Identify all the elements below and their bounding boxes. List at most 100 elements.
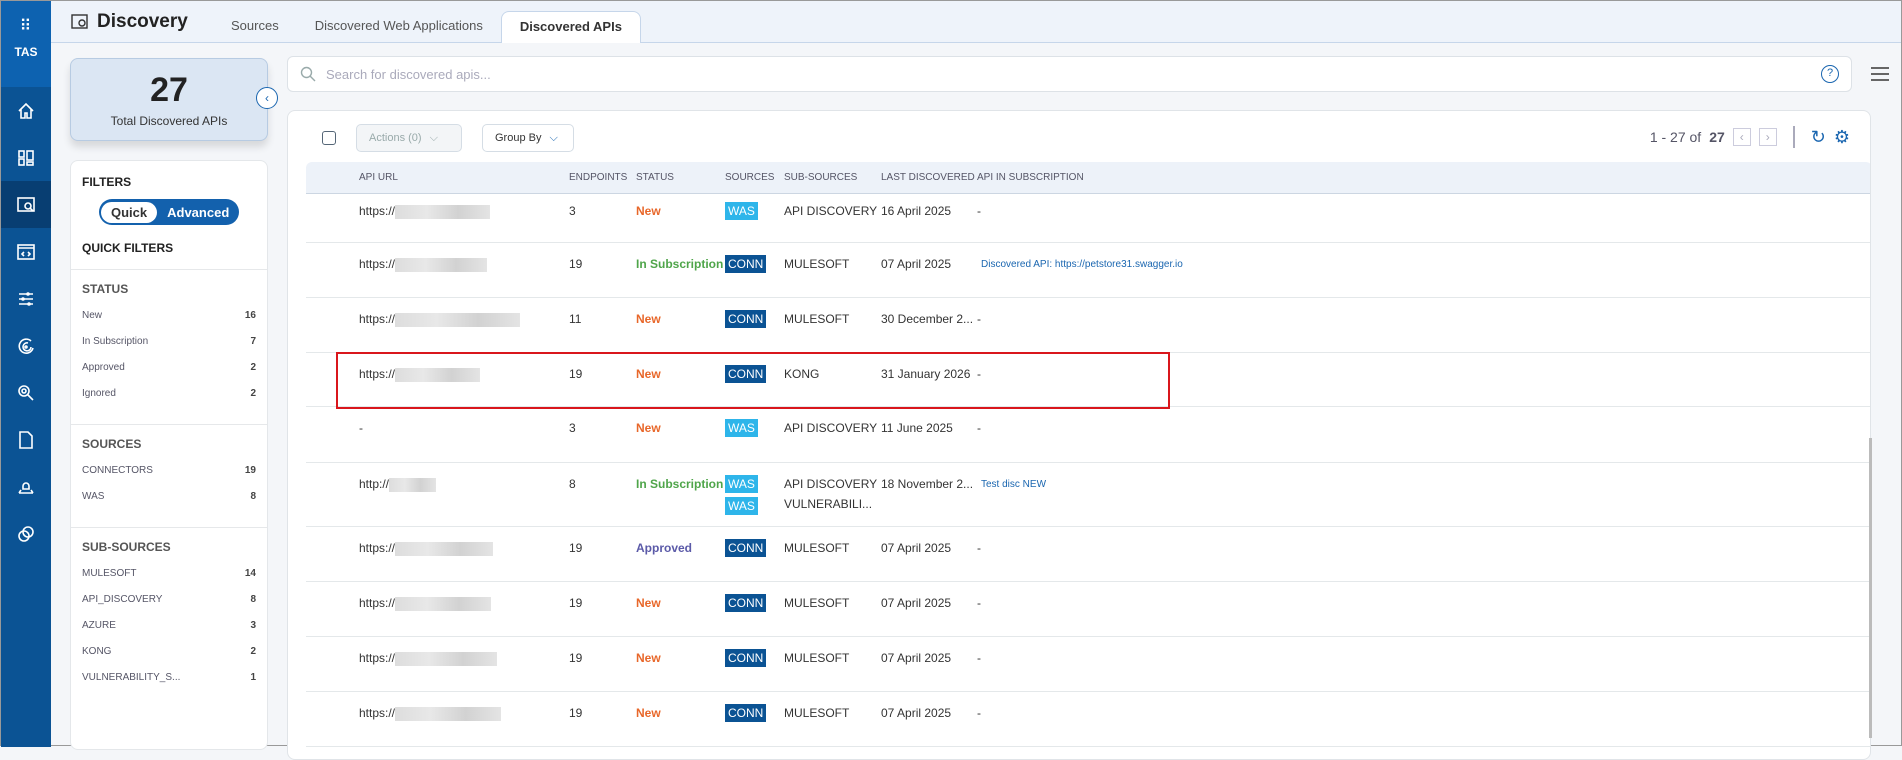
table-row[interactable]: https:// 3 New WAS API DISCOVERY 16 April 202… [306, 194, 1870, 243]
actions-dropdown[interactable]: Actions (0) ⌵ [356, 124, 462, 152]
api-in-subscription[interactable]: Test disc NEW [981, 479, 1046, 490]
filter-item[interactable]: VULNERABILITY_S... 1 [82, 672, 256, 698]
api-in-subscription[interactable]: Discovered API: https://petstore31.swagg… [981, 259, 1183, 270]
filter-section-title: SUB-SOURCES [82, 540, 171, 554]
table-row[interactable]: https:// 11 New CONN MULESOFT 30 December 2..… [306, 298, 1870, 353]
nav-link[interactable] [1, 510, 51, 557]
filter-item[interactable]: CONNECTORS 19 [82, 465, 256, 491]
endpoints-count: 19 [569, 706, 583, 720]
tab-discovered-apis[interactable]: Discovered APIs [500, 11, 641, 43]
endpoints-count: 19 [569, 596, 583, 610]
collapse-panel-button[interactable]: ‹ [256, 87, 278, 109]
app-launcher[interactable]: ⠿ TAS [1, 1, 51, 87]
search-input[interactable] [326, 66, 1811, 82]
api-url[interactable]: https:// [359, 706, 502, 721]
nav-radar[interactable] [1, 322, 51, 369]
api-url[interactable]: - [359, 421, 363, 435]
column-header[interactable]: SUB-SOURCES [784, 172, 857, 183]
api-url[interactable]: http:// [359, 477, 437, 492]
filter-item[interactable]: New 16 [82, 310, 256, 336]
help-icon[interactable]: ? [1821, 65, 1839, 83]
mode-advanced[interactable]: Advanced [157, 205, 239, 220]
search-icon [300, 66, 316, 82]
filter-label: KONG [82, 646, 112, 657]
last-discovered: 07 April 2025 [881, 651, 952, 665]
left-nav: ⠿ TAS [1, 1, 51, 747]
select-all-checkbox[interactable] [322, 131, 336, 145]
filter-count: 19 [244, 465, 256, 476]
url-text: https:// [359, 312, 396, 326]
nav-dashboard[interactable] [1, 134, 51, 181]
filter-count: 3 [250, 620, 256, 631]
sub-source: MULESOFT [784, 312, 850, 326]
prev-page-button[interactable]: ‹ [1732, 128, 1751, 146]
sub-source: API DISCOVERY [784, 421, 878, 435]
page-title: Discovery [71, 11, 188, 33]
status-label: In Subscription [636, 257, 724, 271]
filter-item[interactable]: AZURE 3 [82, 620, 256, 646]
tab-discovered-web-applications[interactable]: Discovered Web Applications [297, 11, 501, 43]
scrollbar[interactable] [1869, 438, 1872, 738]
filter-item[interactable]: In Subscription 7 [82, 336, 256, 362]
nav-web-app[interactable] [1, 228, 51, 275]
table-row[interactable]: https:// 19 In Subscription CONN MULESOFT 07 … [306, 243, 1870, 298]
table-row[interactable]: https:// 19 Approved CONN MULESOFT 07 April 2… [306, 527, 1870, 582]
filter-item[interactable]: API_DISCOVERY 8 [82, 594, 256, 620]
table-row[interactable]: http:// 8 In Subscription WAS WAS API DISCOVE… [306, 463, 1870, 527]
source-badge: WAS [725, 497, 758, 515]
filter-item[interactable]: MULESOFT 14 [82, 568, 256, 594]
gear-icon[interactable]: ⚙ [1834, 127, 1850, 148]
nav-document[interactable] [1, 416, 51, 463]
api-url[interactable]: https:// [359, 257, 488, 272]
column-header[interactable]: API URL [359, 172, 398, 183]
table-row[interactable]: https:// 19 New CONN MULESOFT 07 April 2025 - [306, 582, 1870, 637]
menu-icon[interactable] [1871, 67, 1889, 85]
table-row[interactable]: - 3 New WAS API DISCOVERY 11 June 2025 - [306, 407, 1870, 463]
column-header[interactable]: API IN SUBSCRIPTION [977, 172, 1084, 183]
filter-mode-toggle[interactable]: Quick Advanced [99, 199, 239, 225]
column-header[interactable]: STATUS [636, 172, 674, 183]
tab-sources[interactable]: Sources [213, 11, 297, 43]
nav-search-target[interactable] [1, 369, 51, 416]
nav-settings[interactable] [1, 275, 51, 322]
group-by-dropdown[interactable]: Group By ⌵ [482, 124, 574, 152]
redacted-url [395, 651, 498, 666]
api-url[interactable]: https:// [359, 651, 498, 666]
nav-deploy[interactable] [1, 463, 51, 510]
next-page-button[interactable]: › [1758, 128, 1777, 146]
filter-count: 1 [250, 672, 256, 683]
table-row[interactable]: https:// 19 New CONN MULESOFT 07 April 2025 - [306, 692, 1870, 747]
status-label: In Subscription [636, 477, 724, 491]
filter-item[interactable]: WAS 8 [82, 491, 256, 517]
source-badge: WAS [725, 475, 758, 493]
search-target-icon [18, 384, 34, 401]
column-header[interactable]: SOURCES [725, 172, 774, 183]
filter-item[interactable]: Ignored 2 [82, 388, 256, 414]
nav-home[interactable] [1, 87, 51, 134]
sub-source: MULESOFT [784, 596, 850, 610]
api-url[interactable]: https:// [359, 204, 491, 219]
api-url[interactable]: https:// [359, 596, 492, 611]
tab-bar: Sources Discovered Web Applications Disc… [213, 11, 641, 43]
source-badge: CONN [725, 649, 767, 667]
filter-item[interactable]: KONG 2 [82, 646, 256, 672]
filters-panel: FILTERS Quick Advanced QUICK FILTERS STA… [70, 160, 268, 750]
column-header[interactable]: ENDPOINTS [569, 172, 627, 183]
status-label: New [636, 312, 661, 326]
api-url[interactable]: https:// [359, 312, 521, 327]
url-text: - [359, 421, 363, 435]
nav-discovery[interactable] [1, 181, 51, 228]
filter-item[interactable]: Approved 2 [82, 362, 256, 388]
refresh-icon[interactable]: ↻ [1811, 127, 1826, 148]
filter-count: 14 [244, 568, 256, 579]
url-text: http:// [359, 477, 390, 491]
pagination: 1 - 27 of 27 ‹ › ↻ ⚙ [1650, 126, 1850, 148]
last-discovered: 07 April 2025 [881, 257, 952, 271]
mode-quick[interactable]: Quick [101, 201, 158, 223]
api-url[interactable]: https:// [359, 541, 494, 556]
table-row[interactable]: https:// 19 New CONN MULESOFT 07 April 2025 - [306, 637, 1870, 692]
redacted-url [395, 312, 521, 327]
source-badge: CONN [725, 310, 767, 328]
redacted-url [395, 706, 502, 721]
column-header[interactable]: LAST DISCOVERED [881, 172, 975, 183]
